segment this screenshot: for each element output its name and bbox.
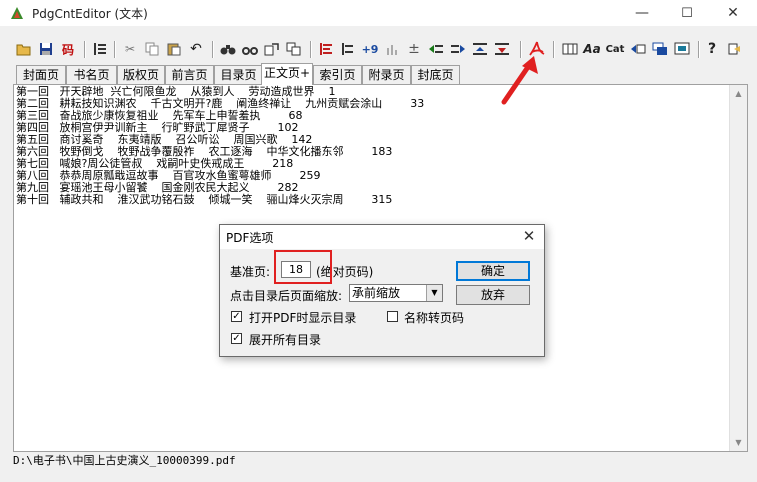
toolbar-separator — [553, 41, 555, 58]
expand-all-checkbox[interactable]: ✓ — [231, 333, 242, 344]
tab-title-page[interactable]: 书名页 — [66, 65, 117, 84]
page-offset-icon[interactable]: +9 — [360, 38, 380, 60]
scroll-up-icon[interactable]: ▲ — [730, 85, 747, 102]
tab-body[interactable]: 正文页+ — [261, 63, 313, 85]
level-icon[interactable] — [382, 38, 402, 60]
expand-all-label: 展开所有目录 — [249, 333, 322, 347]
chevron-down-icon[interactable]: ▼ — [426, 285, 442, 301]
table-icon[interactable] — [560, 38, 580, 60]
scroll-down-icon[interactable]: ▼ — [730, 434, 747, 451]
maximize-button[interactable]: ☐ — [664, 0, 710, 26]
replace-all-icon[interactable] — [284, 38, 304, 60]
toolbar-separator — [84, 41, 86, 58]
cut-icon[interactable]: ✂ — [120, 38, 140, 60]
toolbar-separator — [114, 41, 116, 58]
toolbar-separator — [698, 41, 700, 58]
undo-icon[interactable]: ↶ — [186, 38, 206, 60]
vertical-scrollbar[interactable]: ▲ ▼ — [729, 85, 747, 451]
cat-icon[interactable]: Cat — [604, 38, 626, 60]
dialog-title: PDF选项 — [226, 231, 274, 245]
pdf-options-dialog: PDF选项 ✕ 基准页: 18 (绝对页码) 确定 点击目录后页面缩放: 承前缩… — [219, 224, 545, 357]
name-to-page-checkbox[interactable] — [387, 311, 398, 322]
find-next-icon[interactable] — [240, 38, 260, 60]
dialog-close-icon[interactable]: ✕ — [520, 227, 538, 245]
file-path-status: D:\电子书\中国上古史演义_10000399.pdf — [13, 454, 236, 467]
tab-toc[interactable]: 目录页 — [214, 65, 263, 84]
open-icon[interactable] — [14, 38, 34, 60]
content-line: 第十回 辅政共和 淮汉武功铭石鼓 倾城一笑 骊山烽火灭宗周 315 — [16, 193, 393, 206]
promote-icon[interactable] — [470, 38, 490, 60]
tab-preface[interactable]: 前言页 — [165, 65, 214, 84]
show-outline-checkbox[interactable]: ✓ — [231, 311, 242, 322]
tab-copyright[interactable]: 版权页 — [117, 65, 165, 84]
export-icon[interactable] — [628, 38, 648, 60]
help-icon[interactable]: ? — [702, 38, 722, 60]
tab-appendix[interactable]: 附录页 — [362, 65, 411, 84]
cancel-button[interactable]: 放弃 — [456, 285, 530, 305]
toolbar-separator — [310, 41, 312, 58]
tab-back-cover[interactable]: 封底页 — [411, 65, 460, 84]
title-bar: PdgCntEditor (文本) — ☐ ✕ — [0, 0, 757, 26]
base-page-label: 基准页: — [230, 265, 271, 279]
ok-button[interactable]: 确定 — [456, 261, 530, 281]
encoding-icon[interactable]: 码 — [58, 38, 78, 60]
app-icon — [11, 7, 23, 19]
minimize-button[interactable]: — — [619, 0, 665, 26]
add-icon[interactable]: ± — [404, 38, 424, 60]
font-icon[interactable]: Aa — [582, 38, 602, 60]
paste-icon[interactable] — [164, 38, 184, 60]
window-icon[interactable] — [650, 38, 670, 60]
copy-icon[interactable] — [142, 38, 162, 60]
tab-index[interactable]: 索引页 — [313, 65, 362, 84]
toolbar-separator — [212, 41, 214, 58]
screen-icon[interactable] — [672, 38, 692, 60]
name-to-page-label: 名称转页码 — [404, 311, 465, 325]
move-up-icon[interactable] — [426, 38, 446, 60]
toolbar: 码 ✂ ↶ +9 ± Aa Cat ? — [0, 38, 757, 62]
zoom-select[interactable]: 承前缩放 ▼ — [349, 284, 443, 302]
zoom-label: 点击目录后页面缩放: — [230, 289, 343, 303]
indent-icon[interactable] — [338, 38, 358, 60]
dialog-title-bar: PDF选项 ✕ — [220, 225, 544, 249]
show-outline-label: 打开PDF时显示目录 — [249, 311, 357, 325]
outline-icon[interactable] — [90, 38, 110, 60]
tab-cover[interactable]: 封面页 — [16, 65, 66, 84]
replace-icon[interactable] — [262, 38, 282, 60]
move-down-icon[interactable] — [448, 38, 468, 60]
save-icon[interactable] — [36, 38, 56, 60]
align-icon[interactable] — [316, 38, 336, 60]
find-icon[interactable] — [218, 38, 238, 60]
arrow-annotation — [501, 56, 538, 105]
zoom-select-value: 承前缩放 — [352, 286, 401, 300]
about-icon[interactable] — [724, 38, 744, 60]
close-button[interactable]: ✕ — [710, 0, 756, 26]
window-title: PdgCntEditor (文本) — [32, 7, 148, 21]
highlight-annotation — [274, 250, 332, 284]
